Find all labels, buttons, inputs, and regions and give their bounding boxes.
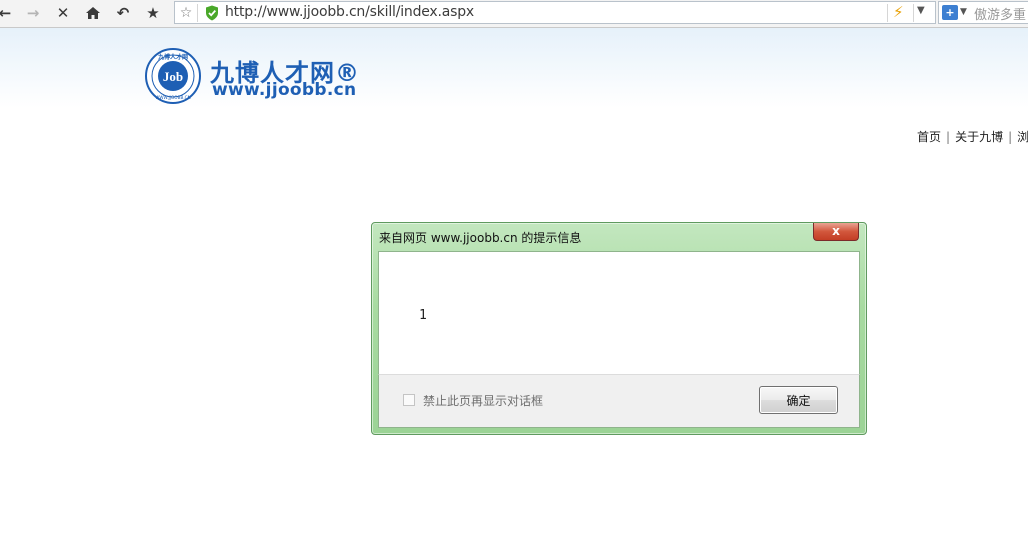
back-icon[interactable]: ← — [0, 3, 16, 23]
nav-browse-link[interactable]: 浏 — [1017, 130, 1028, 144]
top-nav: 首页 | 关于九博 | 浏 — [917, 128, 1028, 145]
favorites-star-icon[interactable]: ★ — [142, 3, 164, 23]
lightning-icon[interactable]: ⚡ — [893, 3, 904, 21]
nav-home-link[interactable]: 首页 — [917, 130, 941, 144]
ok-button-label: 确定 — [786, 393, 811, 408]
dialog-body: 1 — [378, 251, 860, 375]
suppress-dialog-checkbox[interactable] — [403, 394, 415, 406]
seal-center-text: Job — [163, 69, 183, 84]
site-seal-logo[interactable]: Job 九博人才网 WWW.JJOOBB.CN — [145, 48, 201, 104]
url-text[interactable]: http://www.jjoobb.cn/skill/index.aspx — [225, 4, 474, 20]
nav-separator: | — [1008, 130, 1013, 144]
home-icon[interactable] — [82, 3, 104, 23]
chevron-down-icon[interactable]: ▼ — [960, 7, 967, 17]
dialog-footer: 禁止此页再显示对话框 确定 — [378, 374, 860, 428]
close-button[interactable]: x — [813, 223, 859, 241]
security-shield-icon[interactable] — [205, 5, 219, 24]
site-logo-url[interactable]: www.jjoobb.cn — [212, 80, 356, 100]
address-bar[interactable]: ☆ http://www.jjoobb.cn/skill/index.aspx … — [174, 1, 936, 24]
seal-top-text: 九博人才网 — [157, 53, 188, 61]
seal-bottom-text: WWW.JJOOBB.CN — [155, 95, 190, 100]
address-dropdown-icon[interactable]: ▼ — [917, 5, 925, 16]
search-engine-icon[interactable]: + — [942, 5, 958, 20]
search-input[interactable]: 傲游多重 — [974, 4, 1026, 23]
alert-dialog: 来自网页 www.jjoobb.cn 的提示信息 x 1 禁止此页再显示对话框 … — [371, 222, 867, 435]
forward-icon[interactable]: → — [22, 3, 44, 23]
suppress-dialog-label[interactable]: 禁止此页再显示对话框 — [423, 392, 543, 409]
divider — [913, 4, 914, 22]
divider — [887, 4, 888, 22]
divider — [197, 4, 198, 22]
dialog-message: 1 — [419, 308, 427, 323]
close-icon: x — [832, 224, 840, 238]
ok-button[interactable]: 确定 — [759, 386, 838, 414]
undo-close-icon[interactable]: ↶ — [112, 3, 134, 23]
stop-icon[interactable]: ✕ — [52, 3, 74, 23]
bookmark-star-icon[interactable]: ☆ — [176, 3, 196, 23]
dialog-title: 来自网页 www.jjoobb.cn 的提示信息 — [379, 231, 582, 245]
browser-toolbar: ← → ✕ ↶ ★ ☆ http://www.jjoobb.cn/skill/i… — [0, 0, 1028, 28]
nav-separator: | — [946, 130, 951, 144]
nav-about-link[interactable]: 关于九博 — [955, 130, 1003, 144]
search-box[interactable]: + ▼ 傲游多重 — [938, 1, 1028, 24]
